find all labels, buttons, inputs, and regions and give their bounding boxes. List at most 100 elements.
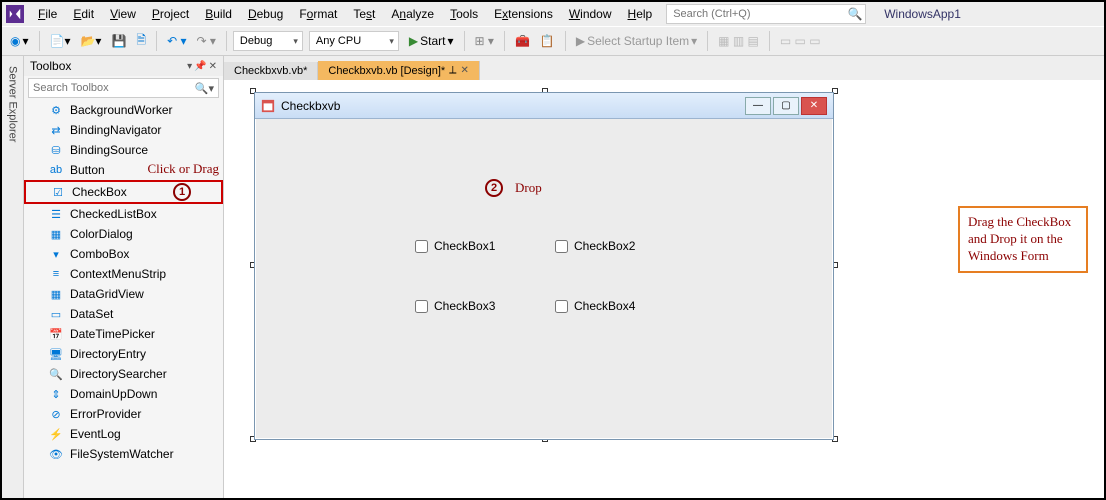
toolbox-header: Toolbox ▾ 📌 ✕ bbox=[24, 56, 223, 76]
checkbox-icon: ☑ bbox=[50, 184, 66, 200]
tab-design[interactable]: Checkbxvb.vb [Design]* ⟂ ✕ bbox=[318, 61, 480, 80]
menu-tools[interactable]: Tools bbox=[442, 4, 486, 24]
minimize-button[interactable]: — bbox=[745, 97, 771, 115]
new-item-button[interactable]: 📄▾ bbox=[46, 32, 75, 50]
toolbox-item[interactable]: ▭DataSet bbox=[24, 304, 223, 324]
properties-button[interactable]: 📋 bbox=[536, 32, 559, 50]
toolbox-search[interactable]: 🔍▾ bbox=[28, 78, 219, 98]
toolbox-panel: Toolbox ▾ 📌 ✕ 🔍▾ ⚙BackgroundWorker ⇄Bind… bbox=[24, 56, 224, 498]
form-title: Checkbxvb bbox=[281, 99, 340, 113]
form-designer-host[interactable]: Checkbxvb — ▢ ✕ 2 Drop CheckBox1 CheckBo… bbox=[254, 92, 834, 440]
toolbox-pin-icon[interactable]: 📌 bbox=[194, 61, 206, 72]
annotation-drop: 2 Drop bbox=[485, 179, 542, 197]
checkbox1[interactable]: CheckBox1 bbox=[415, 239, 495, 253]
spacing-tools[interactable]: ▭ ▭ ▭ bbox=[776, 32, 825, 50]
global-search[interactable]: 🔍 bbox=[666, 4, 866, 24]
menu-file[interactable]: FFileile bbox=[30, 4, 65, 24]
eventlog-icon: ⚡ bbox=[48, 426, 64, 442]
errorprovider-icon: ⊘ bbox=[48, 406, 64, 422]
search-icon: 🔍▾ bbox=[191, 82, 218, 95]
toolbox-item[interactable]: ⇕DomainUpDown bbox=[24, 384, 223, 404]
toolbox-item[interactable]: ▾ComboBox bbox=[24, 244, 223, 264]
server-explorer-tab[interactable]: Server Explorer bbox=[2, 56, 24, 498]
toolbox-dropdown-icon[interactable]: ▾ bbox=[187, 61, 192, 72]
menu-bar: FFileile Edit View Project Build Debug F… bbox=[2, 2, 1104, 26]
server-explorer-label: Server Explorer bbox=[7, 66, 19, 142]
toolbox-item[interactable]: 🔍DirectorySearcher bbox=[24, 364, 223, 384]
menu-analyze[interactable]: Analyze bbox=[383, 4, 442, 24]
menu-debug[interactable]: Debug bbox=[240, 4, 291, 24]
toolbox-item-checkbox[interactable]: ☑CheckBox 1 bbox=[24, 180, 223, 204]
datagrid-icon: ▦ bbox=[48, 286, 64, 302]
startup-item-button[interactable]: ▶ Select Startup Item ▾ bbox=[572, 32, 701, 50]
global-search-input[interactable] bbox=[667, 8, 845, 20]
toolbox-item[interactable]: ⇄BindingNavigator bbox=[24, 120, 223, 140]
configuration-dropdown[interactable]: Debug bbox=[233, 31, 303, 51]
close-button[interactable]: ✕ bbox=[801, 97, 827, 115]
save-all-button[interactable]: 🗎 bbox=[132, 29, 150, 54]
toolbox-title: Toolbox bbox=[30, 59, 71, 73]
annotation-click-drag: Click or Drag bbox=[148, 161, 219, 177]
menu-view[interactable]: View bbox=[102, 4, 144, 24]
back-button[interactable]: ◉ ▾ bbox=[6, 32, 33, 50]
menu-edit[interactable]: Edit bbox=[65, 4, 102, 24]
solution-name: WindowsApp1 bbox=[884, 7, 961, 21]
datetime-icon: 📅 bbox=[48, 326, 64, 342]
undo-button[interactable]: ↶ ▾ bbox=[163, 32, 190, 50]
menu-window[interactable]: Window bbox=[561, 4, 620, 24]
form-titlebar: Checkbxvb — ▢ ✕ bbox=[255, 93, 833, 119]
maximize-button[interactable]: ▢ bbox=[773, 97, 799, 115]
toolbox-close-icon[interactable]: ✕ bbox=[209, 61, 217, 72]
toolbox-item[interactable]: ☰CheckedListBox bbox=[24, 204, 223, 224]
toolbox-item-button[interactable]: abButton Click or Drag bbox=[24, 160, 223, 180]
save-button[interactable]: 💾 bbox=[107, 32, 130, 50]
open-button[interactable]: 📂▾ bbox=[76, 32, 105, 50]
domainupdown-icon: ⇕ bbox=[48, 386, 64, 402]
platform-dropdown[interactable]: Any CPU bbox=[309, 31, 399, 51]
document-tabs: Checkbxvb.vb* Checkbxvb.vb [Design]* ⟂ ✕ bbox=[224, 56, 1104, 80]
start-button[interactable]: ▶ Start ▾ bbox=[405, 32, 458, 50]
content-area: Server Explorer Toolbox ▾ 📌 ✕ 🔍▾ ⚙Backgr… bbox=[2, 56, 1104, 498]
menu-format[interactable]: Format bbox=[291, 4, 345, 24]
checkbox4[interactable]: CheckBox4 bbox=[555, 299, 635, 313]
search-icon[interactable]: 🔍 bbox=[845, 7, 865, 21]
tab-close-icon[interactable]: ✕ bbox=[461, 65, 469, 76]
checkbox2[interactable]: CheckBox2 bbox=[555, 239, 635, 253]
direntry-icon: 🖥 bbox=[48, 346, 64, 362]
dirsearch-icon: 🔍 bbox=[48, 366, 64, 382]
toolbox-item[interactable]: 👁FileSystemWatcher bbox=[24, 444, 223, 464]
main-toolbar: ◉ ▾ 📄▾ 📂▾ 💾 🗎 ↶ ▾ ↷ ▾ Debug Any CPU ▶ St… bbox=[2, 26, 1104, 56]
tab-code[interactable]: Checkbxvb.vb* bbox=[224, 62, 318, 80]
annotation-step-1: 1 bbox=[173, 183, 191, 201]
toolbox-item[interactable]: ⚡EventLog bbox=[24, 424, 223, 444]
toolbox-item[interactable]: ⊘ErrorProvider bbox=[24, 404, 223, 424]
menu-build[interactable]: Build bbox=[197, 4, 240, 24]
toolbox-item[interactable]: ≡ContextMenuStrip bbox=[24, 264, 223, 284]
windows-form[interactable]: Checkbxvb — ▢ ✕ 2 Drop CheckBox1 CheckBo… bbox=[254, 92, 834, 440]
colordialog-icon: ▦ bbox=[48, 226, 64, 242]
toolbox-item[interactable]: ▦ColorDialog bbox=[24, 224, 223, 244]
dataset-icon: ▭ bbox=[48, 306, 64, 322]
form-client-area[interactable]: 2 Drop CheckBox1 CheckBox2 CheckBox3 Che… bbox=[255, 119, 833, 439]
toolbox-item[interactable]: 📅DateTimePicker bbox=[24, 324, 223, 344]
menu-test[interactable]: Test bbox=[345, 4, 383, 24]
toolbox-item[interactable]: ⛁BindingSource bbox=[24, 140, 223, 160]
checkbox3[interactable]: CheckBox3 bbox=[415, 299, 495, 313]
vs-logo-icon bbox=[6, 5, 24, 23]
menu-project[interactable]: Project bbox=[144, 4, 197, 24]
toolbox-item[interactable]: ⚙BackgroundWorker bbox=[24, 100, 223, 120]
tab-pin-icon[interactable]: ⟂ bbox=[449, 64, 456, 77]
designer-area: Checkbxvb.vb* Checkbxvb.vb [Design]* ⟂ ✕… bbox=[224, 56, 1104, 498]
toolbox-button[interactable]: 🧰 bbox=[511, 32, 534, 50]
binding-source-icon: ⛁ bbox=[48, 142, 64, 158]
toolbox-item[interactable]: 🖥DirectoryEntry bbox=[24, 344, 223, 364]
redo-button[interactable]: ↷ ▾ bbox=[192, 32, 219, 50]
align-tools[interactable]: ▦ ▥ ▤ bbox=[714, 32, 763, 50]
toolbox-item[interactable]: ▦DataGridView bbox=[24, 284, 223, 304]
gear-icon: ⚙ bbox=[48, 102, 64, 118]
menu-help[interactable]: Help bbox=[620, 4, 661, 24]
combobox-icon: ▾ bbox=[48, 246, 64, 262]
layout-button[interactable]: ⊞ ▾ bbox=[471, 32, 498, 50]
toolbox-search-input[interactable] bbox=[29, 82, 191, 94]
menu-extensions[interactable]: Extensions bbox=[486, 4, 561, 24]
